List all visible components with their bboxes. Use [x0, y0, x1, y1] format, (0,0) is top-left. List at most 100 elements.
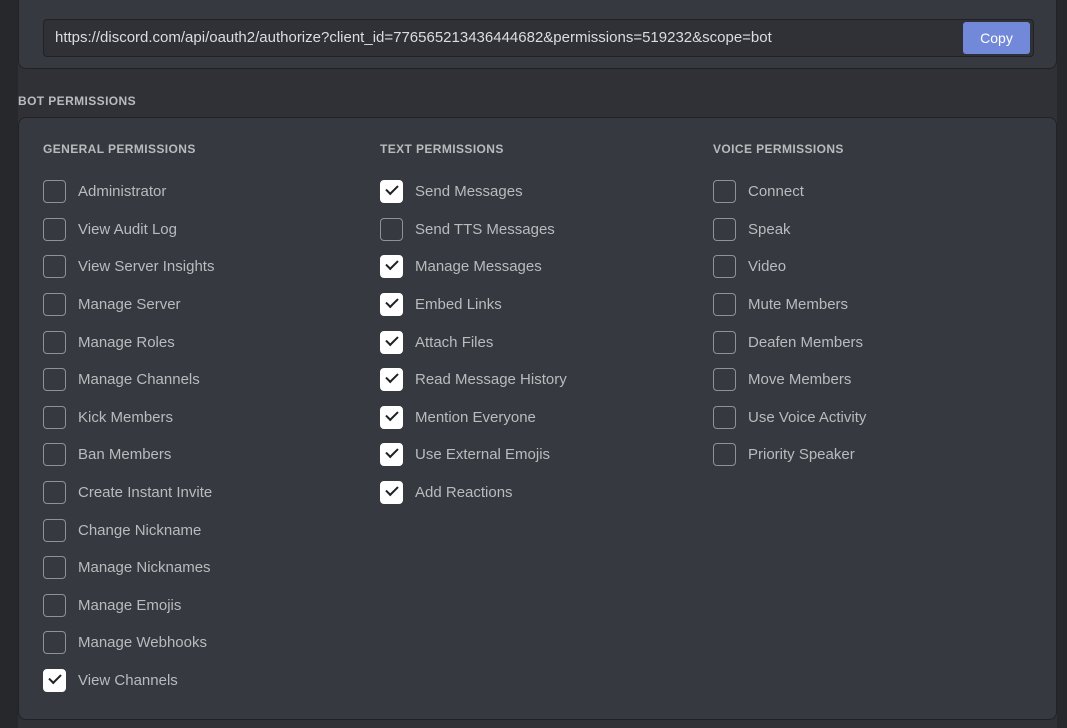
permission-row[interactable]: Manage Channels: [43, 361, 356, 399]
checkbox-checked-icon[interactable]: [43, 669, 66, 693]
bot-permissions-section-label: BOT PERMISSIONS: [18, 94, 137, 108]
checkbox-checked-icon[interactable]: [380, 330, 403, 354]
permission-row[interactable]: Speak: [713, 211, 1028, 249]
permission-row[interactable]: Deafen Members: [713, 323, 1028, 361]
checkbox-unchecked-icon[interactable]: [380, 217, 403, 241]
checkbox-unchecked-icon[interactable]: [43, 405, 66, 429]
permission-label: Manage Channels: [78, 371, 200, 389]
permission-column-title: TEXT PERMISSIONS: [380, 142, 504, 156]
permission-row[interactable]: Administrator: [43, 173, 356, 211]
invite-url-field-wrapper[interactable]: https://discord.com/api/oauth2/authorize…: [43, 19, 1034, 57]
settings-page: https://discord.com/api/oauth2/authorize…: [18, 0, 1057, 728]
permission-row[interactable]: Manage Messages: [380, 248, 692, 286]
permission-row[interactable]: Mute Members: [713, 286, 1028, 324]
checkbox-unchecked-icon[interactable]: [43, 293, 66, 317]
permission-row[interactable]: Kick Members: [43, 399, 356, 437]
permission-row[interactable]: Video: [713, 248, 1028, 286]
permission-row[interactable]: View Channels: [43, 662, 356, 700]
permission-label: Move Members: [748, 371, 852, 389]
permission-row[interactable]: Manage Roles: [43, 323, 356, 361]
permission-label: Priority Speaker: [748, 446, 855, 464]
checkbox-unchecked-icon[interactable]: [713, 330, 736, 354]
checkbox-unchecked-icon[interactable]: [713, 405, 736, 429]
permission-row[interactable]: Manage Server: [43, 286, 356, 324]
permission-row[interactable]: Connect: [713, 173, 1028, 211]
checkbox-checked-icon[interactable]: [380, 180, 403, 204]
permission-label: View Audit Log: [78, 220, 177, 238]
left-gutter: [0, 0, 18, 728]
checkbox-unchecked-icon[interactable]: [713, 217, 736, 241]
permission-label: Manage Emojis: [78, 596, 182, 614]
permission-label: View Server Insights: [78, 258, 215, 276]
permission-label: Add Reactions: [415, 484, 513, 502]
checkbox-unchecked-icon[interactable]: [43, 180, 66, 204]
permission-label: Video: [748, 258, 787, 276]
checkbox-unchecked-icon[interactable]: [43, 481, 66, 505]
permission-row[interactable]: Send Messages: [380, 173, 692, 211]
permission-row[interactable]: Add Reactions: [380, 474, 692, 512]
permission-label: Use Voice Activity: [748, 408, 867, 426]
permission-column-text-permissions: TEXT PERMISSIONS Send Messages Send TTS Me…: [356, 118, 692, 699]
permission-row[interactable]: Attach Files: [380, 323, 692, 361]
checkbox-checked-icon[interactable]: [380, 368, 403, 392]
checkbox-unchecked-icon[interactable]: [713, 368, 736, 392]
checkbox-unchecked-icon[interactable]: [43, 556, 66, 580]
checkbox-unchecked-icon[interactable]: [43, 443, 66, 467]
permission-label: Send TTS Messages: [415, 220, 555, 238]
checkbox-unchecked-icon[interactable]: [43, 217, 66, 241]
checkbox-unchecked-icon[interactable]: [43, 631, 66, 655]
permission-label: Mention Everyone: [415, 408, 536, 426]
permission-label: View Channels: [78, 672, 178, 690]
permission-row[interactable]: Ban Members: [43, 436, 356, 474]
permission-row[interactable]: Move Members: [713, 361, 1028, 399]
checkbox-unchecked-icon[interactable]: [713, 443, 736, 467]
permission-label: Kick Members: [78, 408, 174, 426]
permission-label: Manage Nicknames: [78, 559, 211, 577]
checkbox-unchecked-icon[interactable]: [713, 255, 736, 279]
checkbox-unchecked-icon[interactable]: [43, 330, 66, 354]
checkbox-checked-icon[interactable]: [380, 293, 403, 317]
permission-row[interactable]: Priority Speaker: [713, 436, 1028, 474]
permission-label: Change Nickname: [78, 521, 202, 539]
permission-row[interactable]: View Server Insights: [43, 248, 356, 286]
right-gutter: [1057, 0, 1067, 728]
checkbox-unchecked-icon[interactable]: [713, 293, 736, 317]
permission-column-voice-permissions: VOICE PERMISSIONS Connect Speak Video Mute M…: [692, 118, 1028, 699]
permission-label: Create Instant Invite: [78, 484, 213, 502]
permission-label: Manage Messages: [415, 258, 542, 276]
permission-label: Connect: [748, 183, 804, 201]
permission-row[interactable]: Send TTS Messages: [380, 211, 692, 249]
permission-columns: GENERAL PERMISSIONS Administrator View Aud…: [19, 118, 1056, 699]
checkbox-checked-icon[interactable]: [380, 481, 403, 505]
permission-label: Ban Members: [78, 446, 172, 464]
checkbox-unchecked-icon[interactable]: [43, 593, 66, 617]
permission-label: Attach Files: [415, 333, 494, 351]
permission-row[interactable]: Manage Webhooks: [43, 624, 356, 662]
permission-label: Mute Members: [748, 296, 849, 314]
checkbox-unchecked-icon[interactable]: [43, 368, 66, 392]
permission-row[interactable]: Change Nickname: [43, 511, 356, 549]
checkbox-checked-icon[interactable]: [380, 405, 403, 429]
permission-label: Use External Emojis: [415, 446, 551, 464]
invite-url-card: https://discord.com/api/oauth2/authorize…: [18, 0, 1057, 69]
permission-label: Deafen Members: [748, 333, 864, 351]
permission-row[interactable]: Create Instant Invite: [43, 474, 356, 512]
copy-button[interactable]: Copy: [963, 22, 1030, 54]
permission-row[interactable]: Embed Links: [380, 286, 692, 324]
permission-row[interactable]: View Audit Log: [43, 211, 356, 249]
checkbox-checked-icon[interactable]: [380, 255, 403, 279]
bot-permissions-panel: GENERAL PERMISSIONS Administrator View Aud…: [18, 117, 1057, 720]
invite-url-input[interactable]: https://discord.com/api/oauth2/authorize…: [44, 20, 963, 56]
permission-row[interactable]: Mention Everyone: [380, 399, 692, 437]
permission-row[interactable]: Read Message History: [380, 361, 692, 399]
checkbox-unchecked-icon[interactable]: [713, 180, 736, 204]
permission-label: Manage Server: [78, 296, 181, 314]
permission-row[interactable]: Manage Emojis: [43, 587, 356, 625]
checkbox-unchecked-icon[interactable]: [43, 518, 66, 542]
permission-row[interactable]: Use Voice Activity: [713, 399, 1028, 437]
checkbox-unchecked-icon[interactable]: [43, 255, 66, 279]
checkbox-checked-icon[interactable]: [380, 443, 403, 467]
permission-column-title: GENERAL PERMISSIONS: [43, 142, 196, 156]
permission-row[interactable]: Manage Nicknames: [43, 549, 356, 587]
permission-row[interactable]: Use External Emojis: [380, 436, 692, 474]
